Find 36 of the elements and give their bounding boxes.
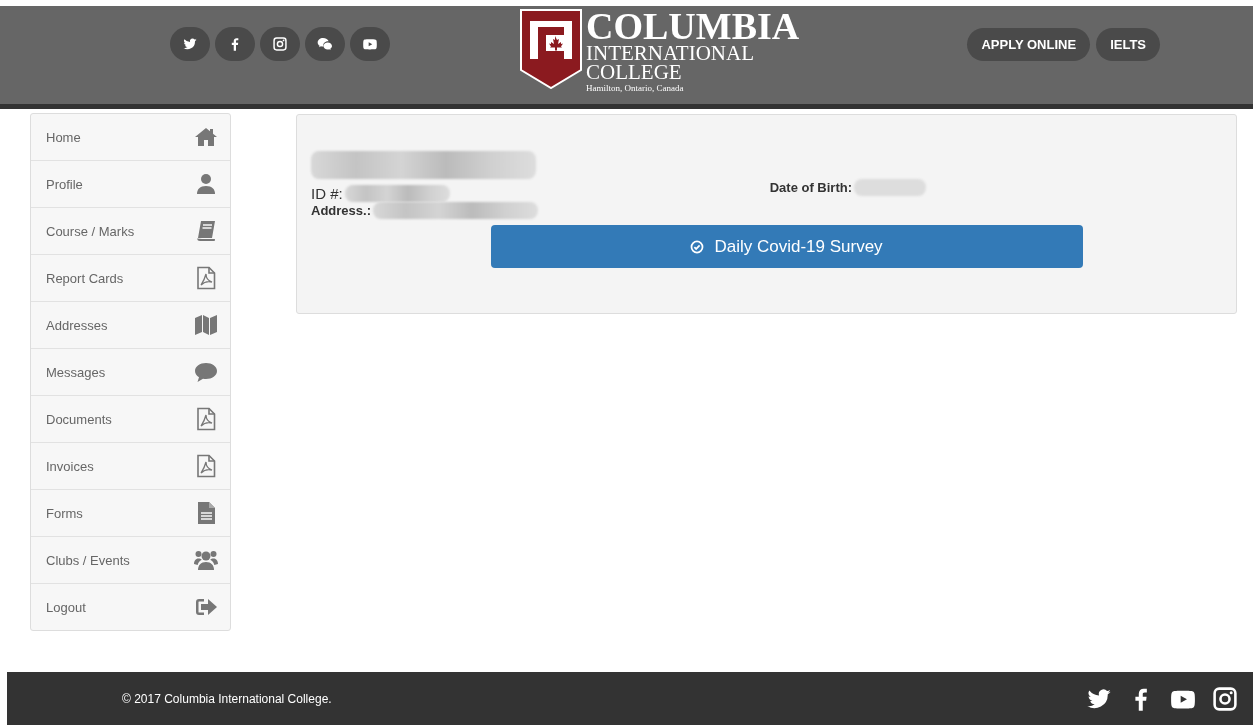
group-icon: [194, 548, 218, 573]
pdf-file-icon: [194, 454, 218, 479]
instagram-icon[interactable]: [260, 27, 300, 62]
youtube-icon[interactable]: [350, 27, 390, 62]
header-button[interactable]: APPLY ONLINE: [967, 27, 1091, 61]
pdf-file-icon: [194, 266, 218, 291]
survey-button[interactable]: Daily Covid-19 Survey: [490, 225, 1083, 269]
logo-subtitle: COLLEGE: [586, 62, 683, 84]
sidebar-item[interactable]: Logout: [31, 584, 230, 631]
check-circle-icon: [690, 239, 705, 254]
sidebar-item[interactable]: Profile: [31, 161, 230, 209]
sidebar-item[interactable]: Forms: [31, 490, 230, 538]
logo-title: COLUMBIA: [586, 7, 800, 46]
id-label: ID #:: [311, 185, 343, 203]
logo-subtitle: INTERNATIONAL: [586, 43, 755, 65]
maple-leaf-shield-icon: [520, 9, 582, 90]
twitter-icon[interactable]: [170, 27, 210, 62]
header-button[interactable]: IELTS: [1096, 27, 1160, 61]
copyright-text: © 2017 Columbia International College.: [122, 691, 332, 706]
sidebar-item[interactable]: Addresses: [31, 302, 230, 350]
facebook-icon[interactable]: [215, 27, 255, 62]
instagram-icon[interactable]: [1211, 684, 1239, 713]
sidebar-item[interactable]: Home: [31, 114, 230, 162]
map-icon: [194, 313, 218, 338]
sidebar-item[interactable]: Report Cards: [31, 255, 230, 303]
pdf-file-icon: [194, 407, 218, 432]
sidebar-item[interactable]: Messages: [31, 349, 230, 397]
birth-date-label: Date of Birth:: [769, 180, 853, 196]
user-icon: [194, 172, 218, 197]
sidebar-item[interactable]: Invoices: [31, 443, 230, 491]
sidebar-item[interactable]: Clubs / Events: [31, 537, 230, 585]
sidebar-item[interactable]: Course / Marks: [31, 208, 230, 256]
address-label: Address.:: [311, 203, 371, 219]
sidebar-item[interactable]: Documents: [31, 396, 230, 444]
wechat-icon[interactable]: [305, 27, 345, 62]
logo-location: Hamilton, Ontario, Canada: [586, 84, 685, 94]
